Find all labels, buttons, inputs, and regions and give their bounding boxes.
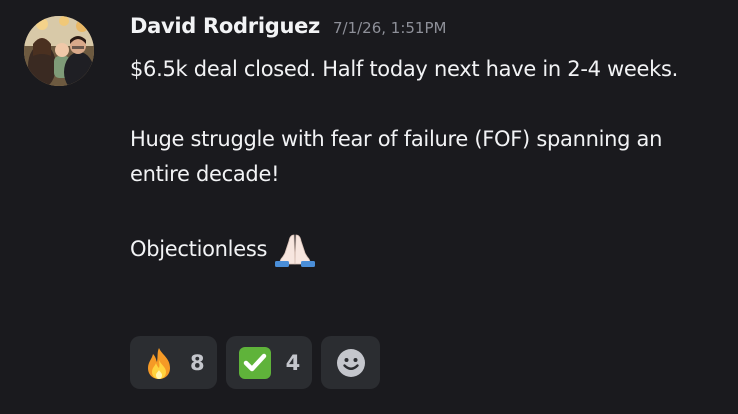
smiley-icon bbox=[336, 348, 365, 377]
chat-message: David Rodriguez 7/1/26, 1:51PM $6.5k dea… bbox=[0, 0, 738, 414]
reaction-count: 8 bbox=[190, 350, 205, 375]
author-name[interactable]: David Rodriguez bbox=[130, 14, 320, 38]
add-reaction-button[interactable] bbox=[321, 336, 381, 389]
reaction-fire[interactable]: 8 bbox=[130, 336, 217, 389]
reaction-check[interactable]: 4 bbox=[225, 336, 313, 389]
reaction-bar: 8 4 bbox=[130, 336, 381, 389]
message-content: David Rodriguez 7/1/26, 1:51PM $6.5k dea… bbox=[130, 14, 720, 267]
message-paragraph: $6.5k deal closed. Half today next have … bbox=[130, 57, 679, 81]
avatar-photo bbox=[24, 16, 94, 86]
check-mark-emoji-icon bbox=[238, 346, 271, 379]
fire-emoji-icon bbox=[148, 347, 170, 379]
message-last-line: Objectionless bbox=[130, 232, 720, 267]
message-paragraph: Objectionless bbox=[130, 237, 268, 261]
message-header: David Rodriguez 7/1/26, 1:51PM bbox=[130, 14, 720, 52]
avatar[interactable] bbox=[24, 16, 94, 86]
timestamp[interactable]: 7/1/26, 1:51PM bbox=[333, 19, 447, 37]
reaction-count: 4 bbox=[285, 350, 301, 375]
message-paragraph: Huge struggle with fear of failure (FOF)… bbox=[130, 127, 663, 186]
message-body: $6.5k deal closed. Half today next have … bbox=[130, 52, 720, 267]
folded-hands-emoji bbox=[273, 233, 317, 267]
